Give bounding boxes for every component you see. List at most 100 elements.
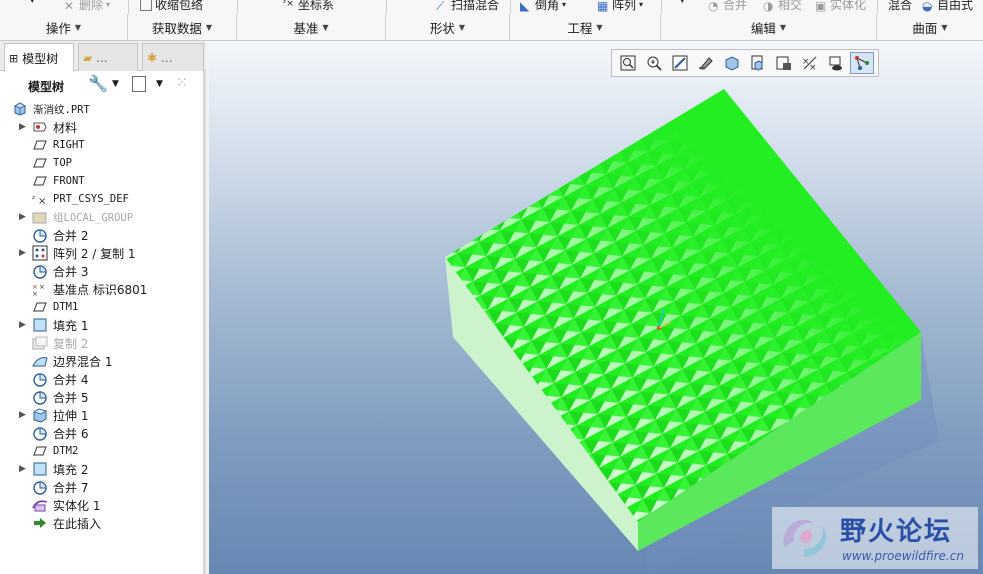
tree-item-label: 合并 7: [53, 480, 89, 495]
tree-item-label: FRONT: [53, 175, 85, 187]
merge-icon: [32, 371, 48, 387]
tree-item[interactable]: ▶ 材料: [0, 118, 204, 136]
tree-item-label: 合并 3: [53, 264, 89, 279]
tree-item[interactable]: ▶ 阵列 2 / 复制 1: [0, 244, 204, 262]
show-dropdown-arrow[interactable]: ▼: [156, 79, 163, 89]
settings-dropdown-icon[interactable]: ▼: [112, 79, 119, 89]
tree-item[interactable]: 合并 5: [0, 388, 204, 406]
shrinkwrap-button[interactable]: 收缩包络: [140, 0, 203, 13]
edit-dropdown-arrow[interactable]: ▾: [680, 0, 685, 6]
tab-layers[interactable]: ▰ ...: [78, 43, 138, 71]
swept-blend-icon: ⟋: [436, 0, 445, 13]
tree-item-label: 材料: [53, 120, 78, 135]
group-shapes[interactable]: 形状 ▼: [386, 14, 510, 40]
svg-text:ᶻ: ᶻ: [32, 195, 35, 205]
datum-plane-icon: [32, 137, 48, 153]
tree-item[interactable]: ▶ 填充 2: [0, 460, 204, 478]
datum-plane-icon: [32, 443, 48, 459]
group-engineering[interactable]: 工程 ▼: [510, 14, 661, 40]
graphics-viewport[interactable]: × × 野火论坛 www.proewildfire.cn: [209, 41, 983, 574]
zoom-in-button[interactable]: [642, 52, 666, 74]
expand-arrow-icon[interactable]: ▶: [19, 248, 27, 258]
zoom-in-icon: [646, 55, 662, 71]
tree-item[interactable]: FRONT: [0, 172, 204, 190]
tree-item[interactable]: 实体化 1: [0, 496, 204, 514]
swept-blend-button[interactable]: ⟋ 扫描混合: [436, 0, 499, 13]
repaint-button[interactable]: [694, 52, 718, 74]
tree-item[interactable]: DTM2: [0, 442, 204, 460]
repaint-icon: [698, 55, 714, 71]
zoom-out-button[interactable]: [668, 52, 692, 74]
csys-button[interactable]: ᶻ× 坐标系: [283, 0, 334, 13]
expand-arrow-icon[interactable]: ▶: [19, 410, 27, 420]
dropdown-arrow-icon[interactable]: ▾: [30, 0, 35, 6]
group-get-data[interactable]: 获取数据 ▼: [128, 14, 237, 40]
filter-icon[interactable]: ⁙: [176, 75, 188, 91]
pattern-button[interactable]: ▦ 阵列 ▾: [597, 0, 643, 13]
tree-item[interactable]: 合并 3: [0, 262, 204, 280]
expand-arrow-icon[interactable]: ▶: [19, 212, 27, 222]
group-operations[interactable]: 操作 ▼: [0, 14, 128, 40]
view-manager-button[interactable]: [772, 52, 796, 74]
chamfer-button[interactable]: ◣ 倒角 ▾: [520, 0, 566, 13]
fill-icon: [32, 461, 48, 477]
tree-item[interactable]: RIGHT: [0, 136, 204, 154]
datum-plane-icon: [32, 299, 48, 315]
tree-item[interactable]: ᶻ × PRT_CSYS_DEF: [0, 190, 204, 208]
tree-item-label: 基准点 标识6801: [53, 282, 148, 297]
annotation-display-button[interactable]: [824, 52, 848, 74]
expand-arrow-icon[interactable]: ▶: [19, 464, 27, 474]
group-surfaces[interactable]: 曲面 ▼: [877, 14, 983, 40]
tree-item-label: 合并 2: [53, 228, 89, 243]
tab-favorites[interactable]: ✱ ...: [142, 43, 204, 71]
insert-arrow-icon: [32, 515, 48, 531]
group-editing[interactable]: 编辑 ▼: [661, 14, 877, 40]
tree-item[interactable]: 在此插入: [0, 514, 204, 532]
saved-views-button[interactable]: [746, 52, 770, 74]
datum-plane-icon: [32, 173, 48, 189]
tree-item[interactable]: 合并 2: [0, 226, 204, 244]
expand-arrow-icon[interactable]: ▶: [19, 122, 27, 132]
panel-tabs: ⊞ 模型树 ▰ ... ✱ ...: [0, 41, 206, 72]
merge-icon: [32, 263, 48, 279]
tree-item-label: RIGHT: [53, 139, 85, 151]
settings-icon[interactable]: 🔧: [88, 74, 108, 93]
intersect-button[interactable]: ◑ 相交: [763, 0, 802, 13]
intersect-icon: ◑: [763, 0, 774, 13]
display-style-button[interactable]: [720, 52, 744, 74]
tree-item-label: 合并 5: [53, 390, 89, 405]
show-dropdown-icon[interactable]: [132, 76, 146, 92]
freestyle-icon: ◒: [922, 0, 933, 13]
tree-item[interactable]: 合并 4: [0, 370, 204, 388]
model-tree-label: 模型树: [28, 80, 65, 94]
tree-item[interactable]: ▶ 填充 1: [0, 316, 204, 334]
tree-item[interactable]: 边界混合 1: [0, 352, 204, 370]
tab-model-tree[interactable]: ⊞ 模型树: [4, 43, 74, 72]
expand-arrow-icon[interactable]: ▶: [19, 320, 27, 330]
tree-item[interactable]: DTM1: [0, 298, 204, 316]
ribbon-command-row: ▾ ✕ 删除 ▾ 收缩包络 ᶻ× 坐标系 ⟋ 扫描混合 ◣ 倒角 ▾ ▦ 阵列 ▾ ▾ ◔ 合并 …: [0, 0, 983, 14]
refit-icon: [620, 55, 636, 71]
spin-center-button[interactable]: [850, 52, 874, 74]
tree-item[interactable]: 复制 2: [0, 334, 204, 352]
delete-button[interactable]: ✕ 删除 ▾: [64, 0, 110, 13]
model-3d: [445, 89, 939, 574]
csys-icon: ᶻ×: [283, 0, 294, 9]
merge-button[interactable]: ◔ 合并: [708, 0, 747, 13]
tree-item[interactable]: ▶ 拉伸 1: [0, 406, 204, 424]
tree-item[interactable]: ▶ 组LOCAL_GROUP: [0, 208, 204, 226]
svg-text:×: ×: [32, 290, 38, 296]
blend-button[interactable]: 混合: [888, 0, 912, 13]
solidify-button[interactable]: ▣ 实体化: [815, 0, 866, 13]
datum-display-button[interactable]: × ×: [798, 52, 822, 74]
tree-item[interactable]: 合并 6: [0, 424, 204, 442]
tree-item[interactable]: TOP: [0, 154, 204, 172]
tree-item[interactable]: 合并 7: [0, 478, 204, 496]
freestyle-button[interactable]: ◒ 自由式: [922, 0, 973, 13]
refit-button[interactable]: [616, 52, 640, 74]
tree-item[interactable]: × × × 基准点 标识6801: [0, 280, 204, 298]
svg-text:×: ×: [39, 283, 45, 291]
tree-item-label: 拉伸 1: [53, 408, 89, 423]
group-datum[interactable]: 基准 ▼: [237, 14, 386, 40]
tree-root[interactable]: 渐消纹.PRT: [0, 100, 204, 118]
